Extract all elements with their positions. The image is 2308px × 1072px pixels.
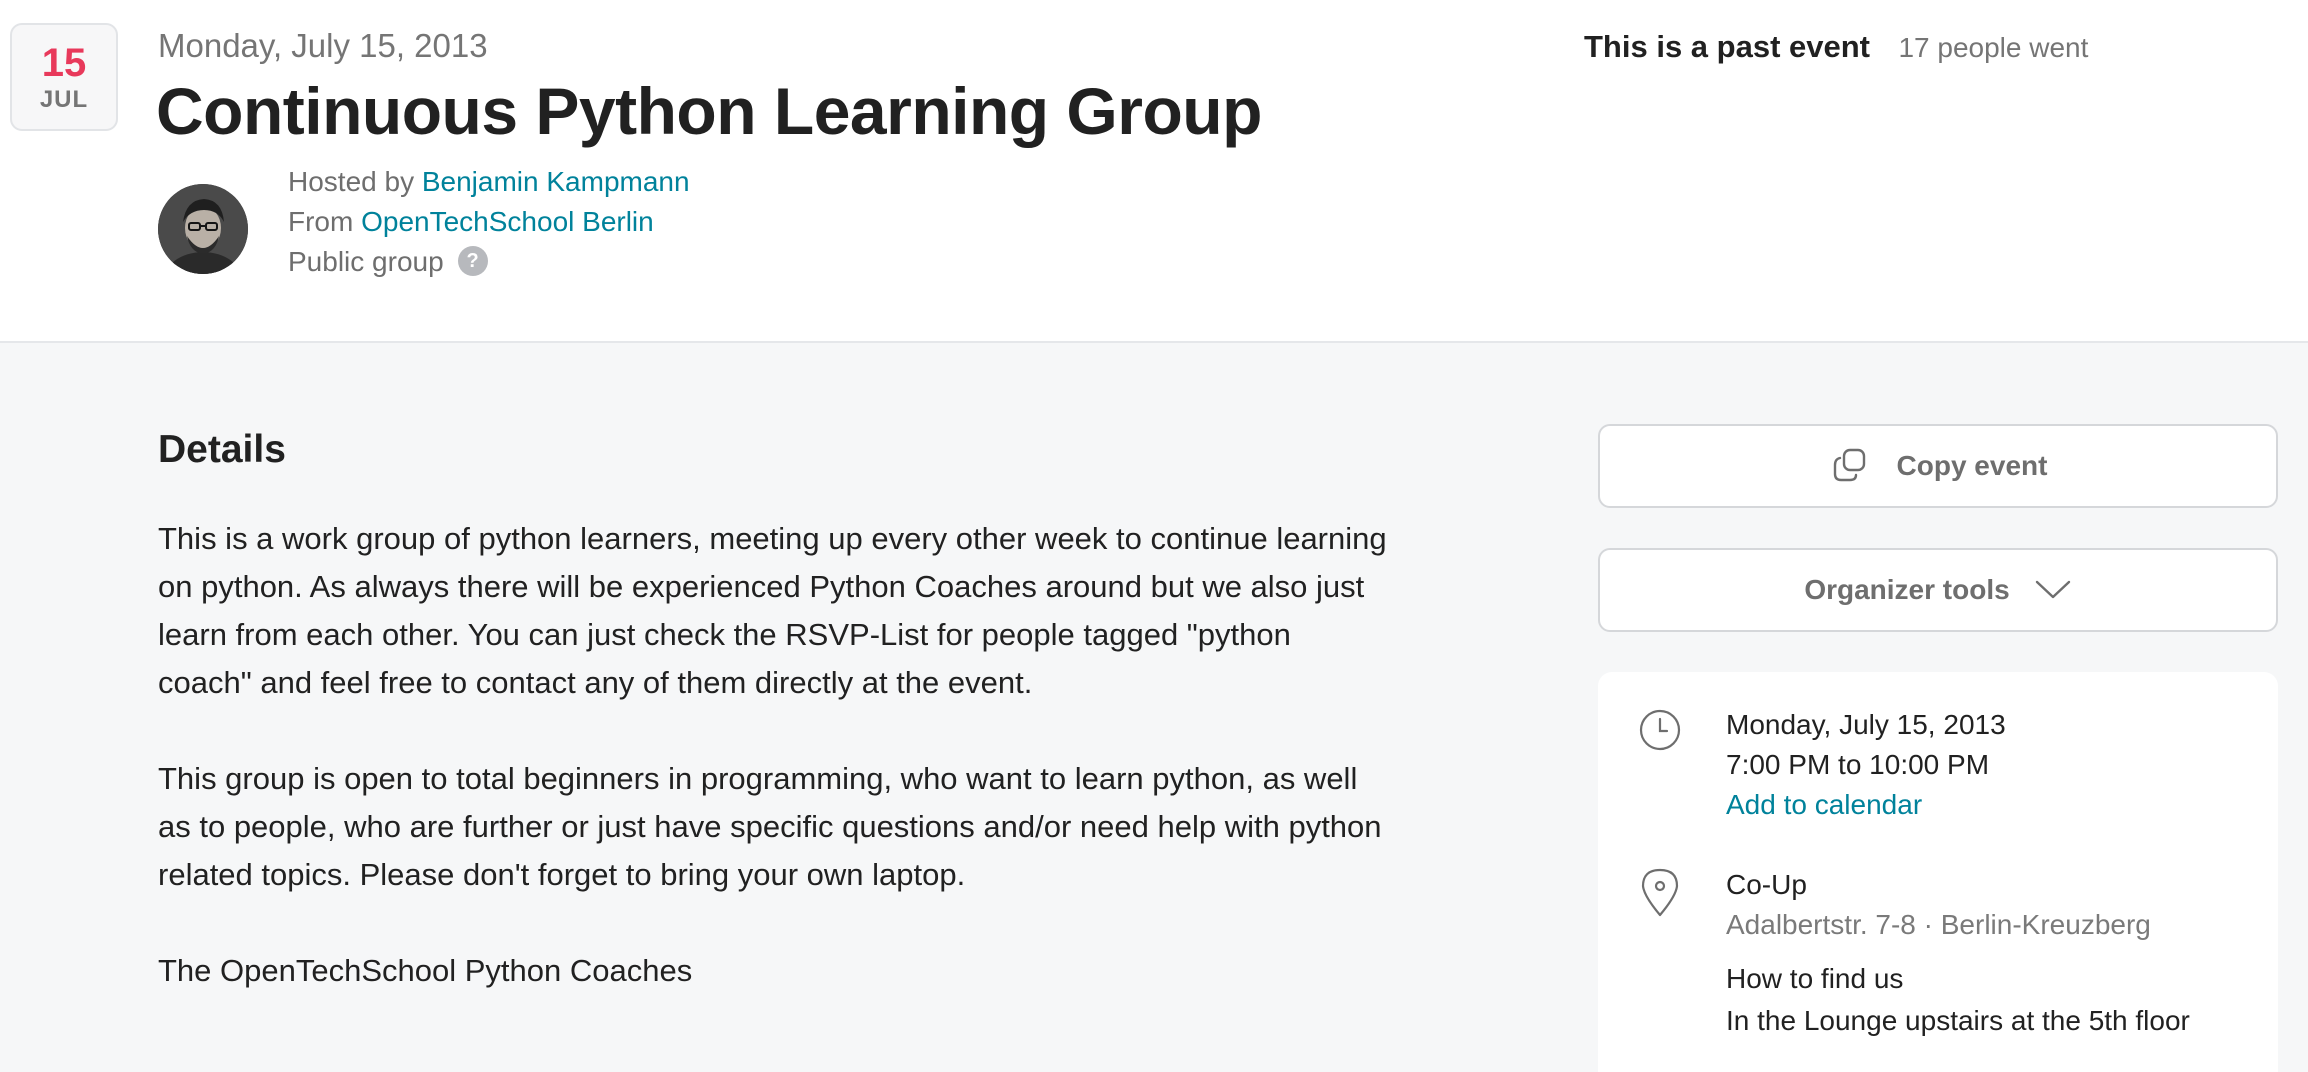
event-title: Continuous Python Learning Group xyxy=(156,74,1262,148)
event-time-range: 7:00 PM to 10:00 PM xyxy=(1726,749,1990,780)
group-visibility-label: Public group xyxy=(288,246,444,277)
event-location-block: Co-Up Adalbertstr. 7-8 · Berlin-Kreuzber… xyxy=(1726,865,2151,945)
venue-address[interactable]: Adalbertstr. 7-8 · Berlin-Kreuzberg xyxy=(1726,905,2151,945)
how-to-find-label: How to find us xyxy=(1726,963,1904,994)
copy-event-button[interactable]: Copy event xyxy=(1598,424,2278,508)
event-header: 15 JUL Monday, July 15, 2013 Continuous … xyxy=(0,0,2308,343)
avatar-image xyxy=(158,184,248,274)
host-avatar[interactable] xyxy=(158,184,248,274)
date-badge: 15 JUL xyxy=(10,23,118,131)
add-to-calendar-link[interactable]: Add to calendar xyxy=(1726,785,2006,825)
details-body: This is a work group of python learners,… xyxy=(158,515,1388,1043)
copy-event-label: Copy event xyxy=(1896,450,2048,481)
clock-icon xyxy=(1639,709,1681,751)
date-badge-month: JUL xyxy=(39,86,89,113)
event-time-date: Monday, July 15, 2013 xyxy=(1726,709,2006,740)
details-paragraph: This is a work group of python learners,… xyxy=(158,521,1387,700)
details-signature: The OpenTechSchool Python Coaches xyxy=(158,953,693,988)
map-pin-icon xyxy=(1641,868,1679,917)
event-info-card: Monday, July 15, 2013 7:00 PM to 10:00 P… xyxy=(1598,672,2278,1072)
date-badge-day: 15 xyxy=(41,41,87,85)
help-icon[interactable]: ? xyxy=(457,245,488,276)
past-event-status: This is a past event 17 people went xyxy=(1584,27,2088,73)
group-name-link[interactable]: OpenTechSchool Berlin xyxy=(361,206,654,237)
host-info: Hosted by Benjamin Kampmann From OpenTec… xyxy=(288,162,690,282)
chevron-down-icon xyxy=(2035,580,2070,598)
event-main: Details This is a work group of python l… xyxy=(0,343,2308,1072)
how-to-find-text: In the Lounge upstairs at the 5th floor xyxy=(1726,1005,2190,1036)
hosted-by-label: Hosted by xyxy=(288,166,415,197)
hosted-by-row: Hosted by Benjamin Kampmann xyxy=(288,162,690,202)
venue-name[interactable]: Co-Up xyxy=(1726,865,2151,905)
details-paragraph: This group is open to total beginners in… xyxy=(158,761,1382,892)
event-date: Monday, July 15, 2013 xyxy=(158,27,488,64)
how-to-find-block: How to find us In the Lounge upstairs at… xyxy=(1726,958,2190,1042)
organizer-tools-label: Organizer tools xyxy=(1804,574,2010,605)
copy-icon xyxy=(1833,448,1865,481)
organizer-tools-button[interactable]: Organizer tools xyxy=(1598,548,2278,632)
event-time-block: Monday, July 15, 2013 7:00 PM to 10:00 P… xyxy=(1726,705,2006,825)
group-visibility-row: Public group? xyxy=(288,242,690,282)
attendance-count[interactable]: 17 people went xyxy=(1898,32,2088,63)
past-event-label: This is a past event xyxy=(1584,29,1870,64)
details-heading: Details xyxy=(158,428,286,471)
host-name-link[interactable]: Benjamin Kampmann xyxy=(422,166,690,197)
from-label: From xyxy=(288,206,354,237)
group-row: From OpenTechSchool Berlin xyxy=(288,202,690,242)
